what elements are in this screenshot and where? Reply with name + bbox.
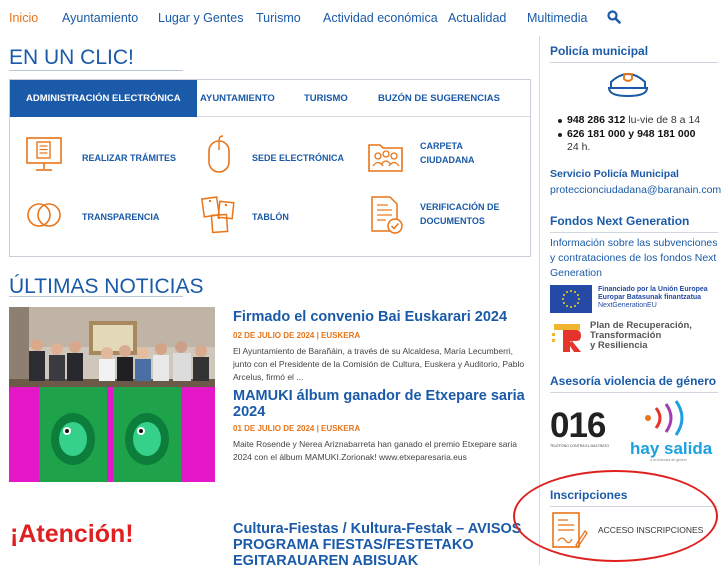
shortcut-carpeta-ciudadana[interactable]: CARPETA CIUDADANA <box>366 135 526 179</box>
nav-item-ayuntamiento[interactable]: Ayuntamiento <box>62 11 138 25</box>
heading-underline <box>9 70 183 71</box>
eu-line: Europar Batasunak finantzatua <box>598 294 702 301</box>
notice-board-icon <box>200 196 235 234</box>
sidebar-divider <box>550 62 718 63</box>
servicio-policia-heading: Servicio Policía Municipal <box>550 168 679 180</box>
plan-line: y Resiliencia <box>590 340 648 351</box>
tab-turismo[interactable]: TURISMO <box>304 80 348 117</box>
nav-item-actualidad[interactable]: Actualidad <box>448 11 506 25</box>
sidebar-divider <box>550 232 718 233</box>
eu-funding-logo[interactable]: Financiado por la Unión Europea Europar … <box>550 285 723 313</box>
phone-hours: lu-vie de 8 a 14 <box>625 114 701 126</box>
group-folder-icon <box>368 144 403 172</box>
shortcut-label: REALIZAR TRÁMITES <box>82 153 176 163</box>
nav-item-actividad-economica[interactable]: Actividad económica <box>323 11 438 25</box>
nav-item-turismo[interactable]: Turismo <box>256 11 301 25</box>
eu-flag-icon <box>550 285 592 313</box>
shortcut-label: TABLÓN <box>252 212 289 222</box>
police-email-link[interactable]: proteccionciudadana@baranain.com <box>550 183 721 197</box>
tab-ayuntamiento[interactable]: AYUNTAMIENTO <box>200 80 275 117</box>
eu-line: Financiado por la Unión Europea <box>598 286 708 293</box>
overlapping-circles-icon <box>27 203 61 227</box>
atencion-banner[interactable]: ¡Atención! <box>10 520 134 549</box>
shortcut-tablon[interactable]: TABLÓN <box>200 195 360 239</box>
policia-municipal-heading: Policía municipal <box>550 44 649 58</box>
nav-item-lugar-y-gentes[interactable]: Lugar y Gentes <box>158 11 243 25</box>
phone-016-number: 016 <box>550 406 606 445</box>
phone-016-caption: TELÉFONO CONTRA EL MALTRATO <box>550 444 609 448</box>
news-image-mamuki[interactable] <box>9 387 215 482</box>
news-date-convenio: 02 DE JULIO DE 2024 | EUSKERA <box>233 331 361 340</box>
shortcut-verificacion-documentos[interactable]: VERIFICACIÓN DE DOCUMENTOS <box>366 195 526 239</box>
phone-row: 626 181 000 y 948 181 000 <box>558 128 723 142</box>
highlight-oval <box>513 470 718 562</box>
eu-funding-text: Financiado por la Unión Europea Europar … <box>598 286 723 310</box>
main-nav: Inicio Ayuntamiento Lugar y Gentes Turis… <box>0 0 723 36</box>
fondos-next-generation-heading: Fondos Next Generation <box>550 214 690 228</box>
sidebar-divider <box>550 392 718 393</box>
phone-hours: 24 h. <box>567 141 591 153</box>
violencia-genero-heading: Asesoría violencia de género <box>550 374 717 388</box>
news-title-convenio[interactable]: Firmado el convenio Bai Euskarari 2024 <box>233 309 528 325</box>
search-icon[interactable] <box>607 10 621 24</box>
monitor-document-icon <box>26 137 62 171</box>
police-cap-icon <box>607 73 649 98</box>
news-title-fiestas[interactable]: Cultura-Fiestas / Kultura-Festak – AVISO… <box>233 521 528 565</box>
shortcut-realizar-tramites[interactable]: REALIZAR TRÁMITES <box>24 135 184 179</box>
en-un-clic-panel: ADMINISTRACIÓN ELECTRÓNICA AYUNTAMIENTO … <box>9 79 531 257</box>
shortcut-label: SEDE ELECTRÓNICA <box>252 153 345 163</box>
news-excerpt-convenio: El Ayuntamiento de Barañáin, a través de… <box>233 346 525 382</box>
hay-salida-caption: a la violencia de género <box>650 458 687 462</box>
plan-recuperacion-icon <box>552 324 581 352</box>
phone-number[interactable]: 948 286 312 <box>567 114 625 126</box>
eu-line: NextGenerationEU <box>598 302 657 309</box>
document-check-icon <box>371 196 403 234</box>
news-title-mamuki[interactable]: MAMUKI álbum ganador de Etxepare saria 2… <box>233 388 528 420</box>
heading-underline <box>9 296 183 297</box>
hay-salida-symbol-icon <box>645 400 684 436</box>
clic-tabs: ADMINISTRACIÓN ELECTRÓNICA AYUNTAMIENTO … <box>10 80 530 117</box>
shortcut-sede-electronica[interactable]: SEDE ELECTRÓNICA <box>200 135 360 179</box>
shortcut-label: TRANSPARENCIA <box>82 212 160 222</box>
police-phones-list: 948 286 312 lu-vie de 8 a 14 626 181 000… <box>558 114 723 155</box>
album-covers-image <box>9 387 215 482</box>
en-un-clic-heading: EN UN CLIC! <box>9 46 134 69</box>
phone-number[interactable]: 626 181 000 y 948 181 000 <box>567 128 695 140</box>
hay-salida-text: hay salida <box>630 439 713 458</box>
nav-item-inicio[interactable]: Inicio <box>9 11 38 25</box>
hay-salida-logo[interactable]: hay salida a la violencia de género <box>628 398 712 468</box>
news-excerpt-mamuki: Maite Rosende y Nerea Ariznabarreta han … <box>233 439 517 462</box>
tab-buzon-de-sugerencias[interactable]: BUZÓN DE SUGERENCIAS <box>378 80 500 117</box>
shortcut-label: VERIFICACIÓN DE DOCUMENTOS <box>420 202 500 226</box>
phone-016-logo[interactable]: 016 TELÉFONO CONTRA EL MALTRATO <box>550 408 620 468</box>
fondos-info-link[interactable]: Información sobre las subvenciones y con… <box>550 236 723 281</box>
mouse-icon <box>208 135 230 173</box>
shortcut-transparencia[interactable]: TRANSPARENCIA <box>24 195 184 239</box>
plan-recuperacion-logo[interactable]: Plan de Recuperación, Transformación y R… <box>550 321 723 355</box>
plan-recuperacion-text: Plan de Recuperación, Transformación y R… <box>590 321 723 351</box>
tab-administracion-electronica[interactable]: ADMINISTRACIÓN ELECTRÓNICA <box>10 80 197 117</box>
nav-item-multimedia[interactable]: Multimedia <box>527 11 587 25</box>
phone-row: 948 286 312 lu-vie de 8 a 14 <box>558 114 723 128</box>
shortcut-label: CARPETA CIUDADANA <box>420 141 475 165</box>
news-date-mamuki: 01 DE JULIO DE 2024 | EUSKERA <box>233 424 361 433</box>
